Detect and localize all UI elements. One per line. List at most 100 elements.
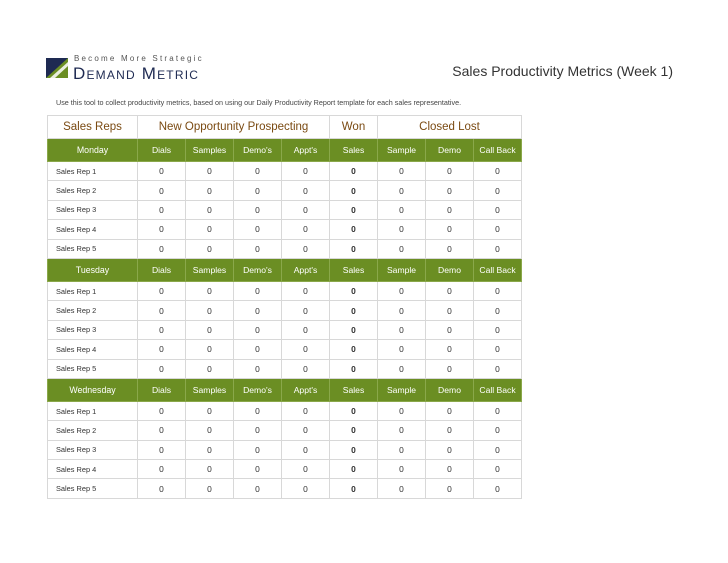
sales-rep-name: Sales Rep 3 xyxy=(47,319,138,341)
metric-cell: 0 xyxy=(185,358,234,379)
metric-cell: 0 xyxy=(329,420,379,441)
metric-cell: 0 xyxy=(329,439,379,461)
metric-cell: 0 xyxy=(473,160,523,182)
day-name: Tuesday xyxy=(47,257,138,282)
metric-cell: 0 xyxy=(137,439,186,461)
metric-cell: 0 xyxy=(425,219,475,240)
column-header: Appt's xyxy=(280,377,331,402)
metric-cell: 0 xyxy=(377,478,427,499)
metric-cell: 0 xyxy=(280,199,331,221)
table-row: Sales Rep 100000000 xyxy=(47,400,523,422)
metric-cell: 0 xyxy=(329,358,379,379)
sales-rep-name: Sales Rep 1 xyxy=(47,400,138,422)
sales-rep-name: Sales Rep 2 xyxy=(47,300,138,321)
column-header: Samples xyxy=(185,377,234,402)
column-header: Samples xyxy=(185,138,234,162)
metric-cell: 0 xyxy=(280,400,331,422)
metric-cell: 0 xyxy=(280,238,331,259)
metric-cell: 0 xyxy=(377,180,427,201)
metric-cell: 0 xyxy=(377,420,427,441)
metric-cell: 0 xyxy=(425,319,475,341)
metric-cell: 0 xyxy=(425,420,475,441)
metric-cell: 0 xyxy=(233,319,282,341)
metric-cell: 0 xyxy=(329,199,379,221)
metric-cell: 0 xyxy=(329,300,379,321)
column-header: Sample xyxy=(377,257,427,282)
day-name: Wednesday xyxy=(47,377,138,402)
sales-rep-name: Sales Rep 4 xyxy=(47,219,138,240)
column-header: Sample xyxy=(377,138,427,162)
metric-cell: 0 xyxy=(233,300,282,321)
metric-cell: 0 xyxy=(377,459,427,480)
metric-cell: 0 xyxy=(185,160,234,182)
metric-cell: 0 xyxy=(425,180,475,201)
metric-cell: 0 xyxy=(377,439,427,461)
metric-cell: 0 xyxy=(377,160,427,182)
metric-cell: 0 xyxy=(185,300,234,321)
metric-cell: 0 xyxy=(377,358,427,379)
table-row: Sales Rep 400000000 xyxy=(47,459,523,480)
sales-rep-name: Sales Rep 5 xyxy=(47,478,138,499)
column-header: Sales xyxy=(329,377,379,402)
metric-cell: 0 xyxy=(280,420,331,441)
column-header: Sales xyxy=(329,138,379,162)
table-row: Sales Rep 500000000 xyxy=(47,478,523,499)
metric-cell: 0 xyxy=(329,219,379,240)
sales-rep-name: Sales Rep 2 xyxy=(47,420,138,441)
metric-cell: 0 xyxy=(185,459,234,480)
metric-cell: 0 xyxy=(137,459,186,480)
metric-cell: 0 xyxy=(280,180,331,201)
metric-cell: 0 xyxy=(473,339,523,360)
column-header: Call Back xyxy=(473,377,523,402)
metric-cell: 0 xyxy=(473,420,523,441)
metric-cell: 0 xyxy=(425,300,475,321)
metric-cell: 0 xyxy=(425,280,475,302)
metric-cell: 0 xyxy=(280,219,331,240)
column-header: Demo xyxy=(425,138,475,162)
metric-cell: 0 xyxy=(473,400,523,422)
metric-cell: 0 xyxy=(377,319,427,341)
metric-cell: 0 xyxy=(137,300,186,321)
metric-cell: 0 xyxy=(425,400,475,422)
logo-brand: Demand Metric xyxy=(73,64,200,83)
sales-rep-name: Sales Rep 1 xyxy=(47,280,138,302)
sales-rep-name: Sales Rep 5 xyxy=(47,238,138,259)
metric-cell: 0 xyxy=(185,219,234,240)
intro-text: Use this tool to collect productivity me… xyxy=(56,98,462,107)
column-header: Sales xyxy=(329,257,379,282)
day-header-row: Tuesday Dials Samples Demo's Appt's Sales Samp… xyxy=(47,257,523,282)
metric-cell: 0 xyxy=(377,339,427,360)
metric-cell: 0 xyxy=(233,459,282,480)
metric-cell: 0 xyxy=(329,339,379,360)
table-row: Sales Rep 400000000 xyxy=(47,219,523,240)
metric-cell: 0 xyxy=(473,439,523,461)
metric-cell: 0 xyxy=(280,478,331,499)
sales-rep-name: Sales Rep 4 xyxy=(47,339,138,360)
metric-cell: 0 xyxy=(425,478,475,499)
metric-cell: 0 xyxy=(329,319,379,341)
metric-cell: 0 xyxy=(233,478,282,499)
metric-cell: 0 xyxy=(377,219,427,240)
metric-cell: 0 xyxy=(329,280,379,302)
sales-rep-name: Sales Rep 2 xyxy=(47,180,138,201)
metric-cell: 0 xyxy=(425,358,475,379)
metric-cell: 0 xyxy=(137,420,186,441)
metric-cell: 0 xyxy=(425,199,475,221)
sales-rep-name: Sales Rep 3 xyxy=(47,199,138,221)
metric-cell: 0 xyxy=(185,238,234,259)
table-row: Sales Rep 200000000 xyxy=(47,300,523,321)
table-row: Sales Rep 500000000 xyxy=(47,358,523,379)
metric-cell: 0 xyxy=(233,439,282,461)
metric-cell: 0 xyxy=(137,280,186,302)
sales-rep-name: Sales Rep 1 xyxy=(47,160,138,182)
metric-cell: 0 xyxy=(377,400,427,422)
metric-cell: 0 xyxy=(233,238,282,259)
metric-cell: 0 xyxy=(280,439,331,461)
metric-cell: 0 xyxy=(233,280,282,302)
column-header: Call Back xyxy=(473,257,523,282)
category-closed-lost: Closed Lost xyxy=(377,115,523,139)
metric-cell: 0 xyxy=(185,478,234,499)
table-row: Sales Rep 100000000 xyxy=(47,280,523,302)
metric-cell: 0 xyxy=(233,339,282,360)
metric-cell: 0 xyxy=(185,180,234,201)
